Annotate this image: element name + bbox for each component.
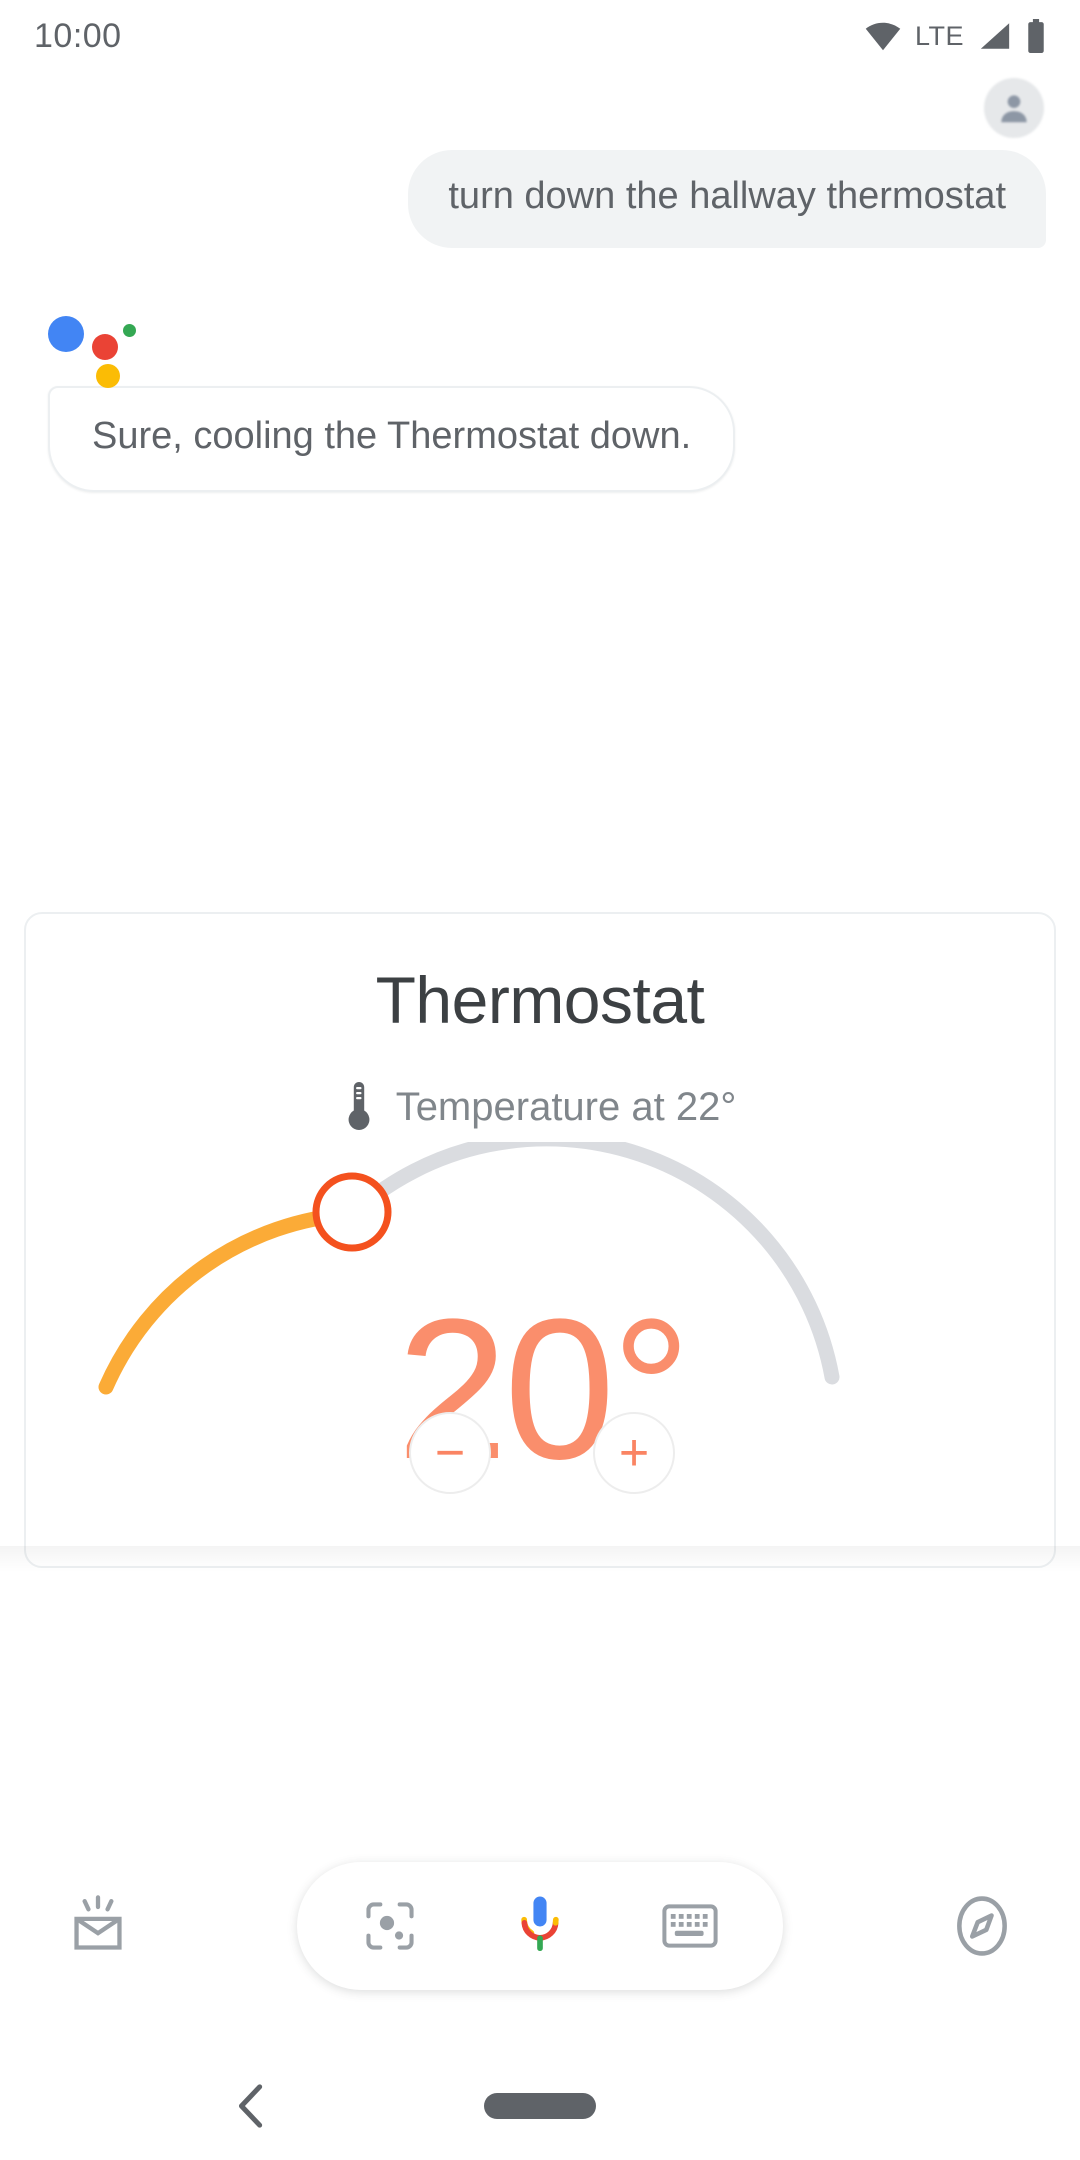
google-microphone-icon[interactable] xyxy=(494,1880,586,1972)
android-navigation-bar xyxy=(0,2052,1080,2160)
keyboard-icon[interactable] xyxy=(644,1880,736,1972)
status-icon-group: LTE xyxy=(865,19,1046,53)
assistant-message-bubble[interactable]: Sure, cooling the Thermostat down. xyxy=(48,385,736,492)
google-assistant-logo xyxy=(48,308,144,388)
ambient-temperature-row: Temperature at 22° xyxy=(26,1082,1054,1132)
assistant-message-text: Sure, cooling the Thermostat down. xyxy=(92,414,692,457)
assistant-dot-blue xyxy=(48,315,84,352)
assistant-dot-red xyxy=(92,333,118,360)
status-time: 10:00 xyxy=(34,16,122,55)
assistant-message-row: Sure, cooling the Thermostat down. xyxy=(48,385,1080,492)
status-bar: 10:00 LTE xyxy=(0,0,1080,72)
signal-icon xyxy=(978,21,1012,51)
user-message-row: turn down the hallway thermostat xyxy=(0,150,1080,248)
wifi-icon xyxy=(865,21,901,51)
minus-icon: − xyxy=(434,1424,466,1482)
temperature-steppers: − + xyxy=(26,1412,1054,1494)
thermometer-icon xyxy=(344,1082,374,1132)
plus-icon: + xyxy=(618,1424,650,1482)
card-bottom-fade xyxy=(0,1546,1080,1572)
ambient-temperature-text: Temperature at 22° xyxy=(395,1084,737,1129)
assistant-input-pill xyxy=(297,1862,783,1990)
assistant-message-block: Sure, cooling the Thermostat down. xyxy=(0,308,1080,492)
dial-handle[interactable] xyxy=(312,1172,392,1252)
user-avatar-row xyxy=(0,72,1080,144)
home-pill-icon[interactable] xyxy=(484,2093,596,2119)
thermostat-card: Thermostat Temperature at 22° 20° − + xyxy=(24,912,1056,1568)
user-avatar[interactable] xyxy=(984,78,1044,138)
network-type-label: LTE xyxy=(914,20,964,51)
google-lens-icon[interactable] xyxy=(344,1880,436,1972)
user-message-text: turn down the hallway thermostat xyxy=(448,175,1006,217)
conversation-thread: turn down the hallway thermostat Sure, c… xyxy=(0,72,1080,492)
user-message-bubble[interactable]: turn down the hallway thermostat xyxy=(408,150,1046,248)
increase-temperature-button[interactable]: + xyxy=(593,1412,675,1494)
assistant-dot-yellow xyxy=(96,363,120,388)
explore-compass-icon[interactable] xyxy=(944,1888,1020,1964)
snapshot-inbox-icon[interactable] xyxy=(60,1888,136,1964)
decrease-temperature-button[interactable]: − xyxy=(409,1412,491,1494)
card-title: Thermostat xyxy=(375,963,705,1037)
back-chevron-icon[interactable] xyxy=(222,2076,282,2136)
assistant-bottom-bar xyxy=(0,1836,1080,2016)
assistant-dot-green xyxy=(123,323,136,337)
battery-icon xyxy=(1026,19,1046,53)
